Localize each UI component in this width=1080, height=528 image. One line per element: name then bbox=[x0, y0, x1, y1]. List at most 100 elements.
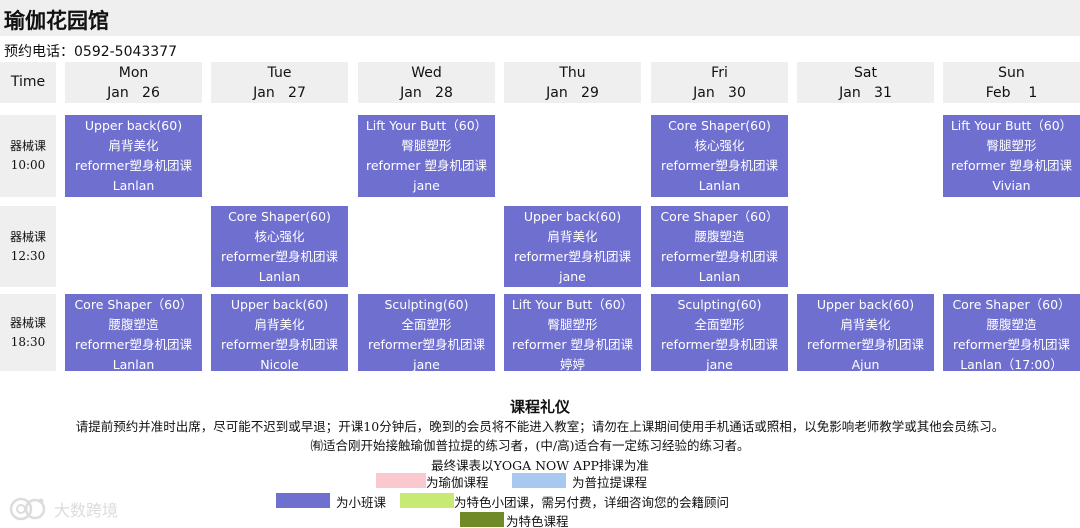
class-block[interactable]: Upper back(60) 肩背美化 reformer塑身机团课 Ajun bbox=[797, 294, 934, 372]
day-name: Thu bbox=[559, 65, 586, 81]
time-slot-label: 器械课 10:00 bbox=[0, 115, 56, 197]
class-type: reformer塑身机团课 bbox=[74, 337, 193, 352]
class-focus: 臀腿塑形 bbox=[986, 138, 1037, 153]
class-focus: 腰腹塑造 bbox=[986, 317, 1037, 332]
class-type: reformer 塑身机团课 bbox=[511, 337, 633, 352]
class-type: reformer塑身机团课 bbox=[660, 158, 779, 173]
class-focus: 肩背美化 bbox=[840, 317, 891, 332]
class-focus: 肩背美化 bbox=[108, 138, 159, 153]
class-focus: 肩背美化 bbox=[254, 317, 305, 332]
slot-time: 10:00 bbox=[10, 158, 46, 172]
day-header-tue: Tue Jan 27 bbox=[211, 62, 348, 103]
class-type: reformer塑身机团课 bbox=[220, 337, 339, 352]
class-type: reformer塑身机团课 bbox=[660, 249, 779, 264]
class-type: reformer塑身机团课 bbox=[74, 158, 193, 173]
class-block[interactable]: Core Shaper(60) 核心强化 reformer塑身机团课 Lanlan bbox=[651, 115, 788, 197]
instructor-name: Lanlan bbox=[112, 357, 155, 372]
class-type: reformer塑身机团课 bbox=[513, 249, 632, 264]
class-title: Upper back(60) bbox=[230, 297, 329, 312]
rules-line-3: 最终课表以YOGA NOW APP排课为准 bbox=[431, 458, 649, 473]
class-block[interactable]: Core Shaper（60） 腰腹塑造 reformer塑身机团课 Lanlan bbox=[651, 206, 788, 287]
instructor-name: Lanlan bbox=[258, 269, 301, 284]
legend-label-small-class: 为小班课 bbox=[336, 495, 387, 510]
legend-label-pilates: 为普拉提课程 bbox=[572, 475, 648, 490]
class-block[interactable]: Upper back(60) 肩背美化 reformer塑身机团课 Lanlan bbox=[65, 115, 202, 197]
class-focus: 腰腹塑造 bbox=[694, 229, 745, 244]
class-type: reformer 塑身机团课 bbox=[365, 158, 487, 173]
day-header-sat: Sat Jan 31 bbox=[797, 62, 934, 103]
class-block[interactable]: Sculpting(60) 全面塑形 reformer塑身机团课 jane bbox=[651, 294, 788, 372]
class-title: Lift Your Butt（60） bbox=[365, 118, 488, 133]
slot-category: 器械课 bbox=[9, 229, 46, 244]
instructor-name: Lanlan bbox=[698, 178, 741, 193]
day-header-fri: Fri Jan 30 bbox=[651, 62, 788, 103]
class-block[interactable]: Sculpting(60) 全面塑形 reformer塑身机团课 jane bbox=[358, 294, 495, 372]
instructor-name: Lanlan bbox=[698, 269, 741, 284]
watermark-text: 大数跨境 bbox=[54, 501, 119, 520]
time-column-header: Time bbox=[0, 62, 56, 103]
class-type: reformer 塑身机团课 bbox=[950, 158, 1072, 173]
day-name: Mon bbox=[118, 65, 149, 81]
legend-label-yoga: 为瑜伽课程 bbox=[426, 475, 489, 490]
rules-title: 课程礼仪 bbox=[509, 398, 570, 416]
legend-swatch-special bbox=[460, 512, 504, 527]
watermark: 大数跨境 bbox=[8, 496, 118, 522]
instructor-name: jane bbox=[706, 357, 733, 372]
day-date: Feb 1 bbox=[985, 85, 1038, 101]
class-title: Upper back(60) bbox=[523, 209, 622, 224]
time-slot-label: 器械课 12:30 bbox=[0, 206, 56, 287]
legend-swatch-special-small bbox=[400, 493, 454, 508]
day-name: Fri bbox=[711, 65, 728, 81]
instructor-name: Ajun bbox=[851, 357, 880, 372]
day-date: Jan 30 bbox=[693, 85, 746, 101]
day-header-sun: Sun Feb 1 bbox=[943, 62, 1080, 103]
class-title: Lift Your Butt（60） bbox=[950, 118, 1073, 133]
class-block[interactable]: Core Shaper（60） 腰腹塑造 reformer塑身机团课 Lanlan（1… bbox=[943, 294, 1080, 372]
class-title: Upper back(60) bbox=[816, 297, 915, 312]
legend-swatch-pilates bbox=[512, 473, 566, 488]
rules-line-2: ㈲适合刚开始接触瑜伽普拉提的练习者，(中/高)适合有一定练习经验的练习者。 bbox=[310, 438, 750, 453]
class-block[interactable]: Upper back(60) 肩背美化 reformer塑身机团课 Nicole bbox=[211, 294, 348, 372]
time-slot-label: 器械课 18:30 bbox=[0, 294, 56, 371]
instructor-name: jane bbox=[559, 269, 586, 284]
day-name: Tue bbox=[267, 65, 292, 81]
instructor-name: jane bbox=[413, 178, 440, 193]
day-date: Jan 27 bbox=[253, 85, 306, 101]
class-title: Core Shaper（60） bbox=[660, 209, 779, 224]
day-header-wed: Wed Jan 28 bbox=[358, 62, 495, 103]
instructor-name: Lanlan（17:00） bbox=[960, 357, 1063, 372]
day-name: Wed bbox=[411, 65, 442, 81]
slot-time: 12:30 bbox=[10, 248, 46, 263]
class-block[interactable]: Core Shaper(60) 核心强化 reformer塑身机团课 Lanlan bbox=[211, 206, 348, 287]
instructor-name: jane bbox=[413, 357, 440, 372]
legend-label-special-small: 为特色小团课，需另付费，详细咨询您的会籍顾问 bbox=[454, 495, 730, 510]
class-block[interactable]: Lift Your Butt（60） 臀腿塑形 reformer 塑身机团课 婷婷 bbox=[504, 294, 641, 372]
day-header-mon: Mon Jan 26 bbox=[65, 62, 202, 103]
slot-category: 器械课 bbox=[9, 315, 46, 330]
instructor-name: Nicole bbox=[260, 357, 299, 372]
class-title: Core Shaper（60） bbox=[952, 297, 1071, 312]
class-title: Lift Your Butt（60） bbox=[511, 297, 634, 312]
class-title: Core Shaper（60） bbox=[74, 297, 193, 312]
class-focus: 臀腿塑形 bbox=[401, 138, 452, 153]
class-type: reformer塑身机团课 bbox=[660, 337, 779, 352]
instructor-name: Lanlan bbox=[112, 178, 155, 193]
class-focus: 全面塑形 bbox=[401, 317, 452, 332]
class-focus: 核心强化 bbox=[254, 229, 305, 244]
class-focus: 肩背美化 bbox=[547, 229, 598, 244]
class-title: Core Shaper(60) bbox=[668, 118, 771, 133]
day-name: Sat bbox=[854, 65, 877, 81]
class-title: Core Shaper(60) bbox=[228, 209, 331, 224]
class-block[interactable]: Lift Your Butt（60） 臀腿塑形 reformer 塑身机团课 jane bbox=[358, 115, 495, 197]
class-block[interactable]: Lift Your Butt（60） 臀腿塑形 reformer 塑身机团课 Vivi… bbox=[943, 115, 1080, 197]
camera-logo-icon bbox=[9, 497, 46, 521]
class-block[interactable]: Upper back(60) 肩背美化 reformer塑身机团课 jane bbox=[504, 206, 641, 287]
class-title: Sculpting(60) bbox=[677, 297, 762, 312]
class-block[interactable]: Core Shaper（60） 腰腹塑造 reformer塑身机团课 Lanlan bbox=[65, 294, 202, 372]
studio-title: 瑜伽花园馆 bbox=[4, 9, 109, 33]
slot-time: 18:30 bbox=[10, 334, 46, 349]
class-focus: 全面塑形 bbox=[694, 317, 745, 332]
day-date: Jan 31 bbox=[839, 85, 892, 101]
instructor-name: Vivian bbox=[992, 178, 1031, 193]
class-type: reformer塑身机团课 bbox=[220, 249, 339, 264]
